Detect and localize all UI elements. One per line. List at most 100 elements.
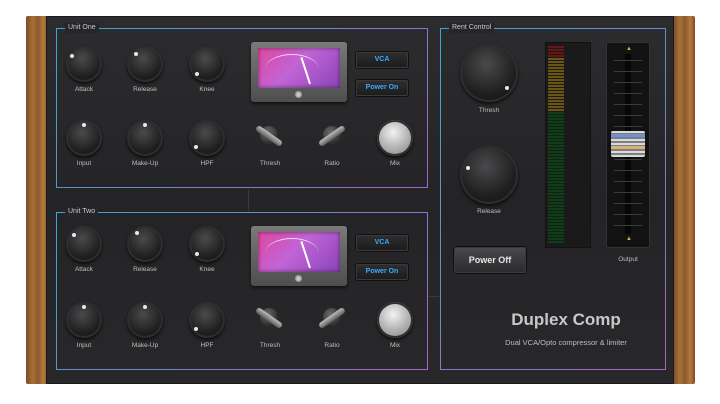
unit-one-mix-knob[interactable]	[377, 120, 413, 156]
rent-thresh-label: Thresh	[478, 107, 500, 114]
unit-one-mix-label: Mix	[389, 160, 401, 167]
rent-control-title: Rent Control	[449, 23, 495, 33]
rent-release-label: Release	[477, 208, 501, 215]
meter-led-segment	[548, 226, 564, 228]
meter-led-segment	[548, 166, 564, 168]
unit-one-thresh-label: Thresh	[259, 160, 281, 167]
unit-one-thresh-switch[interactable]	[254, 124, 284, 148]
fader-scale-tick	[614, 181, 642, 182]
meter-led-segment	[548, 49, 564, 51]
meter-led-segment	[548, 109, 564, 111]
unit-one-makeup-label: Make-Up	[131, 160, 159, 167]
unit-one-attack-knob[interactable]	[66, 46, 102, 82]
unit-two-makeup-knob[interactable]	[127, 302, 163, 338]
meter-led-segment	[548, 196, 564, 198]
fader-scale-tick	[614, 214, 642, 215]
unit-two-input-knob[interactable]	[66, 302, 102, 338]
meter-led-segment	[548, 202, 564, 204]
rent-power-button[interactable]: Power Off	[454, 247, 526, 273]
output-label: Output	[618, 256, 638, 263]
unit-one-release-label: Release	[133, 86, 157, 93]
unit-two-attack-knob[interactable]	[66, 226, 102, 262]
meter-led-segment	[548, 199, 564, 201]
product-name: Duplex Comp	[511, 310, 621, 329]
unit-two-release-knob[interactable]	[127, 226, 163, 262]
meter-led-segment	[548, 106, 564, 108]
fader-scale-tick	[614, 126, 642, 127]
unit-one-ratio-switch[interactable]	[317, 124, 347, 148]
unit-two-makeup-label: Make-Up	[131, 342, 159, 349]
fader-scale-tick	[614, 225, 642, 226]
meter-led-segment	[548, 82, 564, 84]
unit-two-thresh-switch[interactable]	[254, 306, 284, 330]
unit-one-vu-meter	[251, 42, 347, 102]
meter-led-segment	[548, 229, 564, 231]
meter-led-segment	[548, 97, 564, 99]
unit-two-power-button[interactable]: Power On	[356, 264, 408, 280]
unit-two-knee-knob[interactable]	[189, 226, 225, 262]
unit-two-hpf-label: HPF	[200, 342, 214, 349]
meter-led-segment	[548, 175, 564, 177]
meter-led-segment	[548, 205, 564, 207]
meter-led-segment	[548, 157, 564, 159]
meter-led-segment	[548, 190, 564, 192]
meter-led-segment	[548, 169, 564, 171]
unit-one-ratio-label: Ratio	[324, 160, 340, 167]
unit-link-divider	[248, 189, 249, 211]
meter-led-segment	[548, 55, 564, 57]
fader-scale-tick	[614, 203, 642, 204]
unit-two-mix-label: Mix	[389, 342, 401, 349]
meter-led-segment	[548, 235, 564, 237]
meter-led-segment	[548, 70, 564, 72]
meter-led-segment	[548, 64, 564, 66]
meter-led-segment	[548, 211, 564, 213]
meter-led-segment	[548, 187, 564, 189]
meter-led-segment	[548, 136, 564, 138]
rent-thresh-knob[interactable]	[460, 44, 518, 102]
fader-top-marker: ▲	[626, 46, 632, 52]
meter-led-segment	[548, 241, 564, 243]
meter-led-segment	[548, 121, 564, 123]
meter-led-segment	[548, 67, 564, 69]
fader-bottom-marker: ▲	[626, 236, 632, 242]
sidechain-link-divider	[429, 296, 439, 297]
meter-led-segment	[548, 52, 564, 54]
unit-one-power-button[interactable]: Power On	[356, 80, 408, 96]
fader-scale-tick	[614, 170, 642, 171]
unit-two-hpf-knob[interactable]	[189, 302, 225, 338]
unit-two-input-label: Input	[76, 342, 92, 349]
unit-two-vca-button[interactable]: VCA	[356, 235, 408, 251]
fader-scale-tick	[614, 60, 642, 61]
right-wood-side-panel	[673, 16, 695, 384]
meter-led-segment	[548, 232, 564, 234]
unit-one-input-knob[interactable]	[66, 120, 102, 156]
unit-one-hpf-knob[interactable]	[189, 120, 225, 156]
meter-led-segment	[548, 124, 564, 126]
unit-two-ratio-switch[interactable]	[317, 306, 347, 330]
meter-led-segment	[548, 160, 564, 162]
unit-one-input-label: Input	[76, 160, 92, 167]
fader-scale-tick	[614, 71, 642, 72]
meter-led-segment	[548, 85, 564, 87]
rent-release-knob[interactable]	[460, 146, 518, 204]
meter-led-segment	[548, 118, 564, 120]
left-wood-side-panel	[26, 16, 48, 384]
meter-led-segment	[548, 178, 564, 180]
meter-led-segment	[548, 223, 564, 225]
output-fader[interactable]: ▲ ▲	[606, 42, 650, 248]
unit-two-knee-label: Knee	[199, 266, 215, 273]
unit-one-release-knob[interactable]	[127, 46, 163, 82]
unit-one-knee-knob[interactable]	[189, 46, 225, 82]
meter-led-segment	[548, 73, 564, 75]
meter-led-segment	[548, 100, 564, 102]
meter-led-segment	[548, 220, 564, 222]
meter-led-segment	[548, 58, 564, 60]
meter-led-segment	[548, 61, 564, 63]
unit-one-vca-button[interactable]: VCA	[356, 52, 408, 68]
unit-two-mix-knob[interactable]	[377, 302, 413, 338]
fader-scale-tick	[614, 93, 642, 94]
unit-two-vu-meter	[251, 226, 347, 286]
meter-led-segment	[548, 208, 564, 210]
meter-led-segment	[548, 76, 564, 78]
unit-one-makeup-knob[interactable]	[127, 120, 163, 156]
